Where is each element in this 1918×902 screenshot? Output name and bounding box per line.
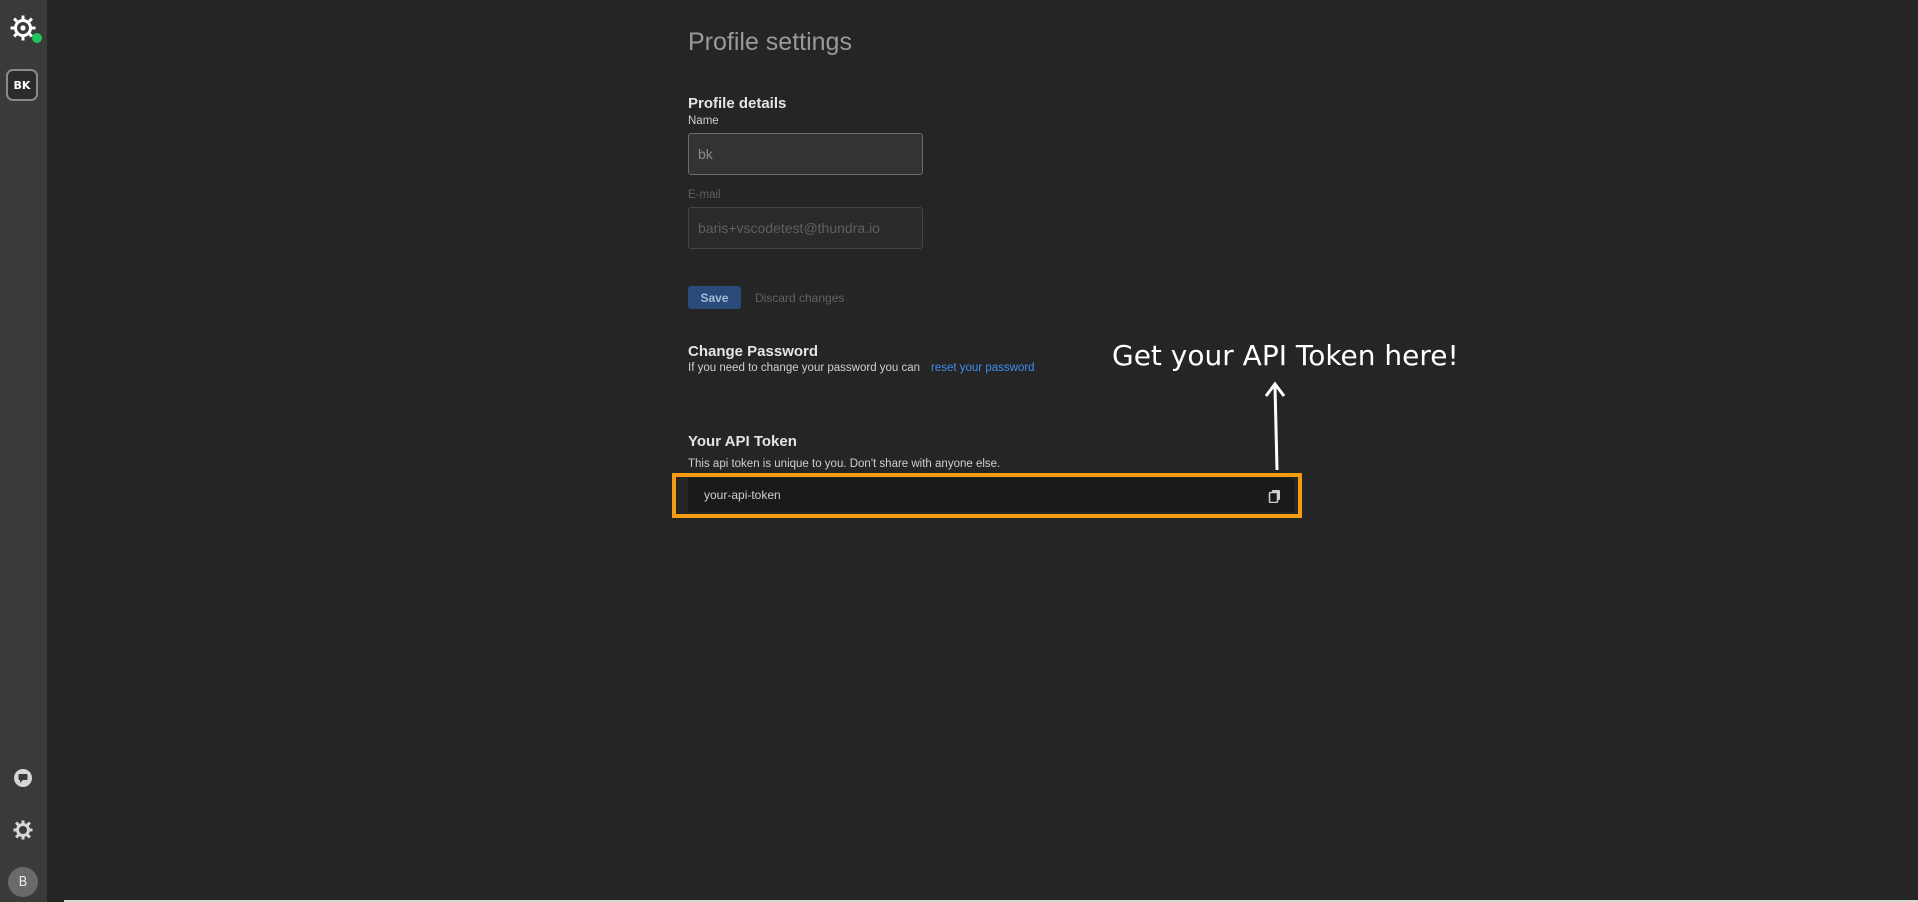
online-status-dot bbox=[32, 33, 42, 43]
email-field: baris+vscodetest@thundra.io bbox=[688, 207, 923, 249]
profile-details-title: Profile details bbox=[688, 95, 787, 112]
page-title: Profile settings bbox=[688, 28, 852, 56]
annotation-text: Get your API Token here! bbox=[1112, 339, 1459, 372]
save-button[interactable]: Save bbox=[688, 286, 741, 309]
reset-password-link[interactable]: reset your password bbox=[931, 362, 1035, 374]
api-token-field[interactable]: your-api-token bbox=[688, 478, 1294, 512]
annotation-arrow-icon bbox=[1264, 381, 1286, 471]
api-token-value: your-api-token bbox=[704, 488, 781, 502]
api-token-title: Your API Token bbox=[688, 433, 797, 450]
workspace-button[interactable]: BK bbox=[6, 69, 38, 101]
discard-changes-button[interactable]: Discard changes bbox=[755, 286, 844, 309]
api-token-description: This api token is unique to you. Don't s… bbox=[688, 458, 1001, 470]
chat-icon[interactable] bbox=[12, 767, 34, 789]
name-field[interactable]: bk bbox=[688, 133, 923, 175]
gear-icon[interactable] bbox=[12, 819, 34, 841]
copy-icon[interactable] bbox=[1268, 488, 1282, 504]
name-label: Name bbox=[688, 115, 719, 127]
email-label: E-mail bbox=[688, 189, 721, 201]
app: BK B Profile settings Profile details Na… bbox=[0, 0, 1918, 902]
user-avatar[interactable]: B bbox=[8, 867, 38, 897]
change-password-description: If you need to change your password you … bbox=[688, 362, 921, 374]
change-password-title: Change Password bbox=[688, 343, 819, 360]
sidebar: BK B bbox=[0, 0, 47, 902]
